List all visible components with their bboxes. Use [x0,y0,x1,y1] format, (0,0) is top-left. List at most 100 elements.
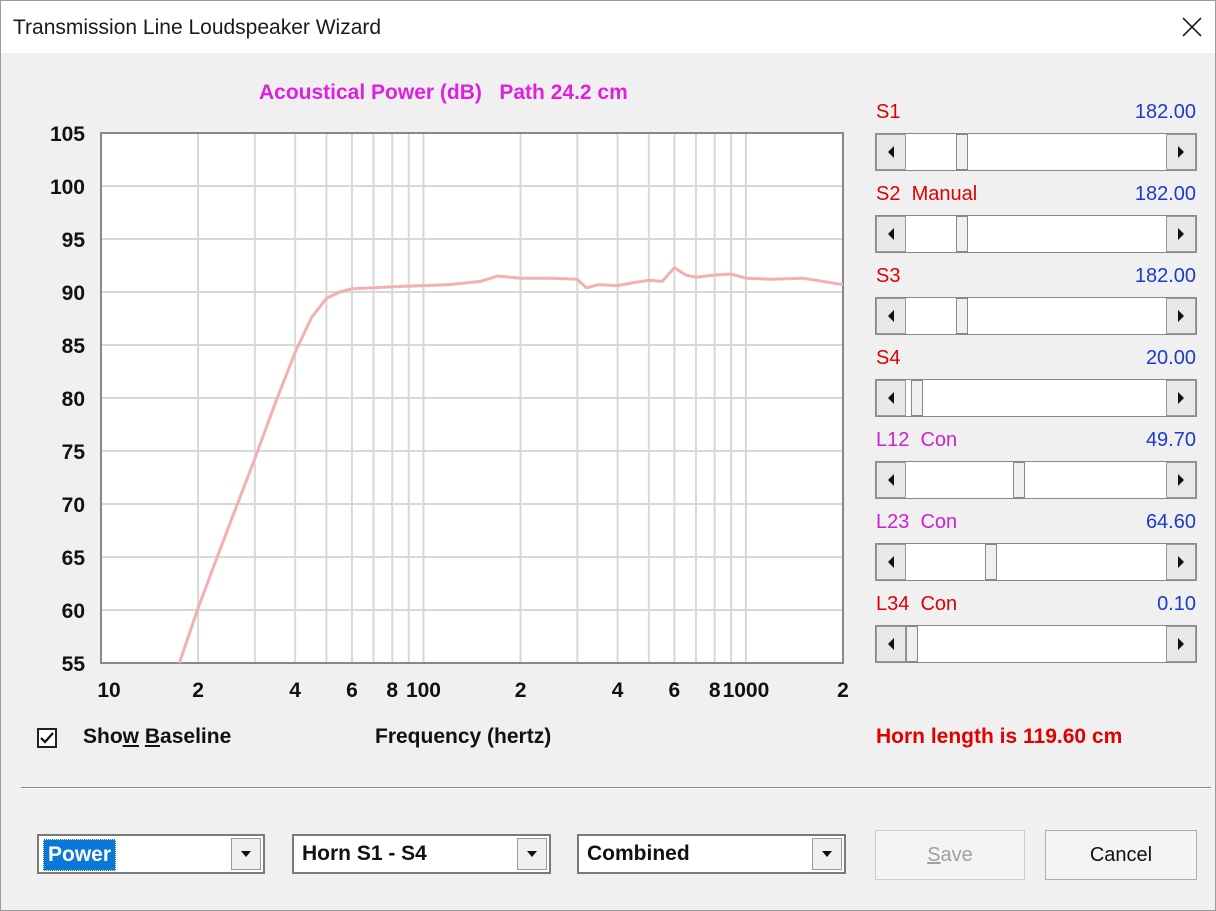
y-tick-label: 95 [62,229,86,252]
y-tick-label: 55 [62,653,86,676]
scroll-track[interactable] [906,134,1166,170]
slider-scrollbar-0[interactable] [875,133,1197,171]
mode-dropdown-button[interactable] [812,838,842,870]
scroll-right-button[interactable] [1166,544,1196,580]
slider-value-3: 20.00 [1145,347,1196,369]
checkmark-icon [40,732,54,744]
arrow-left-icon [888,146,894,158]
y-tick-label: 65 [62,547,86,570]
x-tick-label: 2 [515,679,527,702]
scroll-left-button[interactable] [876,544,906,580]
show-baseline-checkbox[interactable] [37,728,57,748]
section-dropdown-value: Horn S1 - S4 [302,842,427,865]
slider-label-6: L34 Con [876,593,958,615]
cancel-button[interactable]: Cancel [1045,830,1197,880]
scroll-right-button[interactable] [1166,298,1196,334]
x-tick-label: 1000 [723,679,770,702]
arrow-left-icon [888,556,894,568]
scroll-thumb[interactable] [956,298,968,334]
x-tick-label: 6 [669,679,681,702]
measure-dropdown-button[interactable] [231,838,261,870]
y-tick-label: 85 [62,335,86,358]
measure-dropdown-value: Power [43,839,117,871]
cancel-button-label: Cancel [1089,843,1153,866]
arrow-right-icon [1178,228,1184,240]
scroll-left-button[interactable] [876,380,906,416]
slider-value-6: 0.10 [1157,593,1196,615]
save-button-label: Save [927,843,973,866]
scroll-thumb[interactable] [956,134,968,170]
mode-dropdown[interactable]: Combined [577,834,846,874]
chevron-down-icon [822,851,832,857]
scroll-thumb[interactable] [985,544,997,580]
slider-label-5: L23 Con [876,511,958,533]
scroll-left-button[interactable] [876,134,906,170]
slider-scrollbar-5[interactable] [875,543,1197,581]
section-dropdown[interactable]: Horn S1 - S4 [292,834,551,874]
slider-scrollbar-3[interactable] [875,379,1197,417]
y-tick-label: 80 [62,388,85,411]
x-tick-label: 8 [709,679,721,702]
arrow-right-icon [1178,146,1184,158]
slider-value-4: 49.70 [1145,429,1196,451]
scroll-track[interactable] [906,380,1166,416]
scroll-track[interactable] [906,216,1166,252]
separator-line [21,787,1211,789]
title-bar: Transmission Line Loudspeaker Wizard [1,1,1215,53]
close-button[interactable] [1169,1,1215,53]
y-tick-label: 60 [62,600,85,623]
scroll-thumb[interactable] [1013,462,1025,498]
slider-value-2: 182.00 [1134,265,1196,287]
slider-value-1: 182.00 [1134,183,1196,205]
arrow-right-icon [1178,310,1184,322]
scroll-left-button[interactable] [876,626,906,662]
slider-value-0: 182.00 [1134,101,1196,123]
x-tick-label: 2 [837,679,849,702]
scroll-right-button[interactable] [1166,462,1196,498]
y-tick-label: 100 [50,176,85,199]
wizard-window: Transmission Line Loudspeaker Wizard Aco… [0,0,1216,911]
scroll-thumb[interactable] [956,216,968,252]
arrow-right-icon [1178,638,1184,650]
scroll-thumb[interactable] [911,380,923,416]
slider-label-4: L12 Con [876,429,958,451]
arrow-left-icon [888,392,894,404]
horn-length-readout: Horn length is 119.60 cm [876,725,1123,748]
scroll-track[interactable] [906,544,1166,580]
arrow-left-icon [888,310,894,322]
y-tick-label: 75 [62,441,86,464]
x-tick-label: 4 [612,679,624,702]
scroll-track[interactable] [906,626,1166,662]
slider-scrollbar-4[interactable] [875,461,1197,499]
scroll-left-button[interactable] [876,298,906,334]
scroll-right-button[interactable] [1166,380,1196,416]
scroll-right-button[interactable] [1166,626,1196,662]
y-tick-label: 90 [62,282,85,305]
slider-label-3: S4 [876,347,901,369]
scroll-thumb[interactable] [906,626,918,662]
x-tick-label: 2 [192,679,204,702]
scroll-left-button[interactable] [876,462,906,498]
scroll-right-button[interactable] [1166,134,1196,170]
scroll-track[interactable] [906,462,1166,498]
x-tick-label: 10 [97,679,120,702]
scroll-track[interactable] [906,298,1166,334]
scroll-left-button[interactable] [876,216,906,252]
slider-scrollbar-1[interactable] [875,215,1197,253]
scroll-right-button[interactable] [1166,216,1196,252]
y-tick-label: 70 [62,494,85,517]
close-icon [1182,17,1202,37]
y-tick-label: 105 [50,123,85,146]
arrow-right-icon [1178,474,1184,486]
save-button[interactable]: Save [875,830,1025,880]
x-tick-label: 100 [406,679,441,702]
slider-scrollbar-2[interactable] [875,297,1197,335]
power-chart: 10510095908580757065605510 2 4 6 8 100 2 4 6 8 100… [50,123,849,702]
section-dropdown-button[interactable] [517,838,547,870]
measure-dropdown[interactable]: Power [37,834,265,874]
chart-title: Acoustical Power (dB) Path 24.2 cm [259,81,628,104]
x-axis-label: Frequency (hertz) [375,725,552,748]
slider-scrollbar-6[interactable] [875,625,1197,663]
arrow-left-icon [888,474,894,486]
slider-label-1: S2 Manual [876,183,978,205]
